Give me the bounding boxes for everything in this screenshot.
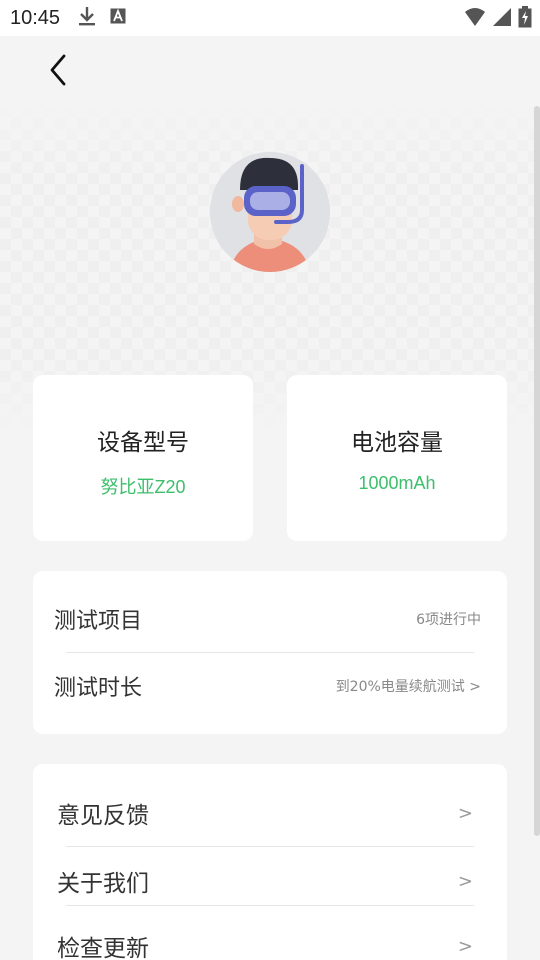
back-chevron-icon <box>50 54 66 86</box>
chevron-right-icon: > <box>457 870 473 892</box>
battery-capacity-card: 电池容量 1000mAh <box>287 375 507 541</box>
menu-item-check-update[interactable]: 检查更新 > <box>33 922 507 960</box>
menu-divider <box>66 905 474 906</box>
chevron-right-icon: > <box>457 802 473 824</box>
menu-card: 意见反馈 > 关于我们 > 检查更新 > <box>33 764 507 960</box>
battery-charging-icon <box>518 6 532 32</box>
test-items-row[interactable]: 测试项目 6项进行中 <box>33 595 507 643</box>
menu-item-label: 检查更新 <box>57 936 149 960</box>
test-duration-row[interactable]: 测试时长 到20%电量续航测试 > <box>33 662 507 710</box>
device-model-card: 设备型号 努比亚Z20 <box>33 375 253 541</box>
status-system-icons <box>464 6 532 32</box>
menu-item-label: 关于我们 <box>57 871 149 897</box>
status-notification-icons <box>78 6 126 30</box>
status-time: 10:45 <box>10 6 61 29</box>
test-divider <box>66 652 474 653</box>
signal-icon <box>492 7 512 31</box>
device-model-value: 努比亚Z20 <box>100 477 186 497</box>
keyboard-a-icon <box>110 8 126 28</box>
test-duration-label: 测试时长 <box>54 676 143 701</box>
test-items-label: 测试项目 <box>54 609 143 634</box>
battery-capacity-label: 电池容量 <box>351 430 443 456</box>
chevron-right-icon: > <box>457 935 473 957</box>
test-info-card: 测试项目 6项进行中 测试时长 到20%电量续航测试 > <box>33 571 507 734</box>
test-items-value: 6项进行中 <box>416 612 481 628</box>
menu-item-label: 意见反馈 <box>57 803 149 829</box>
menu-item-about-us[interactable]: 关于我们 > <box>33 857 507 905</box>
menu-item-feedback[interactable]: 意见反馈 > <box>33 789 507 837</box>
battery-capacity-value: 1000mAh <box>358 473 436 493</box>
status-bar: 10:45 <box>0 0 540 36</box>
device-info-page: 设备型号 努比亚Z20 电池容量 1000mAh 测试项目 6项进行中 测试时长… <box>0 36 540 960</box>
scrollbar[interactable] <box>534 106 540 836</box>
avatar-diver-icon <box>210 152 330 272</box>
wifi-icon <box>464 7 486 31</box>
back-button[interactable] <box>38 50 78 90</box>
user-avatar[interactable] <box>210 152 330 272</box>
test-duration-value: 到20%电量续航测试 > <box>335 679 481 695</box>
download-icon <box>78 6 96 30</box>
menu-divider <box>66 846 474 847</box>
device-model-label: 设备型号 <box>97 430 189 456</box>
